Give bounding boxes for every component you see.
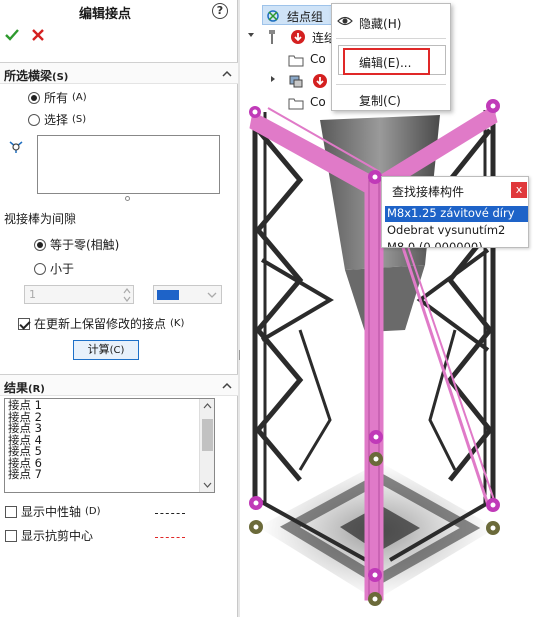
- list-item[interactable]: 接点 7: [8, 468, 214, 481]
- joint-marker[interactable]: [368, 170, 382, 184]
- chevron-down-icon[interactable]: [246, 30, 256, 40]
- joint-marker[interactable]: [368, 592, 382, 606]
- joint-group-icon: [267, 10, 279, 22]
- unit-dropdown[interactable]: [153, 285, 222, 304]
- joint-marker[interactable]: [368, 568, 382, 582]
- neutral-axis-line-sample: [155, 513, 185, 514]
- gap-value-input[interactable]: 1: [24, 285, 134, 304]
- spin-up-icon[interactable]: [123, 287, 131, 295]
- tree-item-connection[interactable]: 连结: [262, 27, 336, 47]
- cancel-x-icon[interactable]: [30, 27, 46, 43]
- list-item[interactable]: M8.0 (0.000000): [385, 240, 528, 247]
- list-item[interactable]: Odebrat vysunutím2: [385, 223, 528, 239]
- radio-less-than[interactable]: 小于: [34, 260, 74, 277]
- joint-marker[interactable]: [486, 99, 500, 113]
- section-header-results[interactable]: 结果(R): [0, 374, 238, 396]
- error-icon: [313, 74, 327, 88]
- find-member-popup: 查找接棒构件 x M8x1.25 závitové díry Odebrat v…: [381, 176, 529, 248]
- ok-check-icon[interactable]: [4, 27, 20, 43]
- joint-marker[interactable]: [249, 106, 261, 118]
- close-icon[interactable]: x: [511, 182, 527, 198]
- help-icon[interactable]: ?: [212, 3, 228, 19]
- scroll-down-icon[interactable]: [203, 482, 212, 488]
- popup-title: 查找接棒构件: [392, 185, 465, 199]
- property-manager: 编辑接点 ? 所选横梁(S) 所有 (A) 选择 (S) 视接棒为间隙 等于零(相触…: [0, 0, 238, 617]
- show-shear-center-checkbox[interactable]: 显示抗剪中心: [5, 527, 93, 544]
- radio-button[interactable]: [28, 91, 40, 104]
- chevron-up-icon[interactable]: [222, 69, 232, 79]
- calculate-button[interactable]: 计算(C): [73, 340, 139, 360]
- resize-handle[interactable]: [125, 196, 130, 201]
- edit-highlight: [343, 48, 430, 75]
- eye-icon: [337, 16, 353, 26]
- tree-item-component[interactable]: Co: [286, 50, 332, 70]
- error-icon: [291, 30, 305, 44]
- keep-modified-checkbox[interactable]: 在更新上保留修改的接点 (K): [18, 315, 184, 332]
- section-header-selected-members[interactable]: 所选横梁(S): [0, 62, 238, 84]
- joint-marker[interactable]: [249, 520, 263, 534]
- joint-marker[interactable]: [369, 430, 383, 444]
- joint-marker[interactable]: [486, 498, 500, 512]
- radio-button[interactable]: [34, 238, 46, 251]
- folder-icon: [288, 98, 304, 110]
- tree-item-component[interactable]: Co: [286, 93, 332, 113]
- radio-button[interactable]: [34, 262, 46, 275]
- context-menu: 隐藏(H) 编辑(E)... 复制(C): [331, 3, 451, 111]
- assembly-icon: [289, 75, 303, 88]
- beam-selection-icon: [9, 141, 23, 153]
- radio-all[interactable]: 所有 (A): [28, 89, 87, 106]
- bolt-icon: [269, 30, 275, 44]
- menu-separator: [336, 84, 446, 85]
- selection-listbox[interactable]: [37, 135, 220, 194]
- section-title: 所选横梁: [4, 69, 53, 83]
- tree-item-joint-group[interactable]: 结点组: [262, 5, 334, 25]
- scroll-thumb[interactable]: [202, 419, 213, 451]
- spin-down-icon[interactable]: [123, 295, 131, 303]
- checkbox[interactable]: [5, 505, 17, 518]
- section-title: 结果: [4, 381, 29, 395]
- radio-equal-zero[interactable]: 等于零(相触): [34, 236, 119, 253]
- checkbox[interactable]: [18, 317, 30, 330]
- chevron-up-icon[interactable]: [222, 381, 232, 391]
- radio-select[interactable]: 选择 (S): [28, 111, 86, 128]
- gap-label: 视接棒为间隙: [4, 212, 77, 226]
- list-item[interactable]: M8x1.25 závitové díry: [385, 206, 528, 222]
- results-listbox[interactable]: 接点 1 接点 2 接点 3 接点 4 接点 5 接点 6 接点 7: [4, 398, 215, 493]
- show-neutral-axis-checkbox[interactable]: 显示中性轴 (D): [5, 503, 101, 520]
- joint-marker[interactable]: [369, 452, 383, 466]
- page-title: 编辑接点: [78, 7, 131, 22]
- scrollbar[interactable]: [199, 399, 214, 492]
- menu-separator: [336, 38, 446, 39]
- joint-marker[interactable]: [249, 496, 263, 510]
- folder-icon: [288, 55, 304, 67]
- joint-marker[interactable]: [486, 521, 500, 535]
- checkbox[interactable]: [5, 529, 17, 542]
- shear-center-line-sample: [155, 537, 185, 538]
- radio-button[interactable]: [28, 113, 40, 126]
- menu-item-hide[interactable]: 隐藏(H): [332, 11, 450, 33]
- scroll-up-icon[interactable]: [203, 403, 212, 409]
- color-swatch: [157, 290, 179, 300]
- tree-item-subassembly[interactable]: [286, 71, 332, 91]
- chevron-down-icon[interactable]: [207, 291, 217, 299]
- menu-item-copy[interactable]: 复制(C): [332, 88, 450, 110]
- chevron-right-icon[interactable]: [268, 74, 278, 84]
